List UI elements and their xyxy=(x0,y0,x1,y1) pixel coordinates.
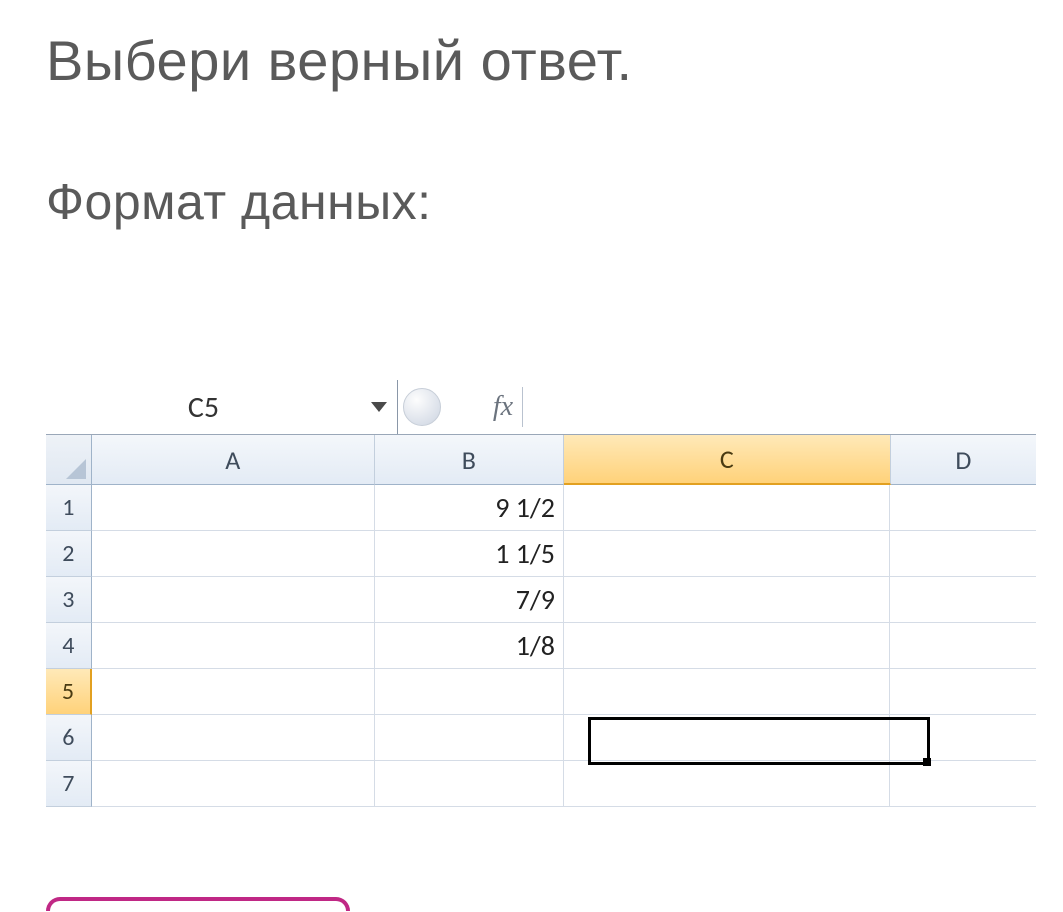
cell-A2[interactable] xyxy=(92,531,375,577)
cell-B3[interactable]: 7/9 xyxy=(375,577,564,623)
insert-function-button[interactable]: fx xyxy=(398,380,518,434)
row-header-6[interactable]: 6 xyxy=(46,715,92,761)
cell-D6[interactable] xyxy=(890,715,1036,761)
question-subtitle: Формат данных: xyxy=(46,173,1063,231)
row-header-7[interactable]: 7 xyxy=(46,761,92,807)
cell-D1[interactable] xyxy=(890,485,1036,531)
cell-A1[interactable] xyxy=(92,485,375,531)
cell-D2[interactable] xyxy=(890,531,1036,577)
cell-B2[interactable]: 1 1/5 xyxy=(375,531,564,577)
cell-C3[interactable] xyxy=(564,577,891,623)
cell-B5[interactable] xyxy=(375,669,564,715)
row-header-5[interactable]: 5 xyxy=(46,669,92,715)
row-header-1[interactable]: 1 xyxy=(46,485,92,531)
column-header-A[interactable]: A xyxy=(92,435,375,485)
name-box-value: C5 xyxy=(46,389,361,426)
row-header-4[interactable]: 4 xyxy=(46,623,92,669)
cell-A4[interactable] xyxy=(92,623,375,669)
cell-D5[interactable] xyxy=(890,669,1036,715)
cell-A5[interactable] xyxy=(92,669,375,715)
question-title: Выбери верный ответ. xyxy=(46,28,1063,93)
name-box-dropdown-icon[interactable] xyxy=(361,380,397,434)
cell-A6[interactable] xyxy=(92,715,375,761)
excel-screenshot: C5 fx A B C D 1 9 1/2 xyxy=(46,380,1036,807)
column-header-D[interactable]: D xyxy=(891,435,1036,485)
cell-C2[interactable] xyxy=(564,531,891,577)
cell-C6[interactable] xyxy=(564,715,891,761)
cell-C7[interactable] xyxy=(564,761,891,807)
formula-bar: C5 fx xyxy=(46,380,1036,435)
name-box[interactable]: C5 xyxy=(46,380,398,434)
cell-B1[interactable]: 9 1/2 xyxy=(375,485,564,531)
fx-label: fx xyxy=(493,391,513,423)
fx-circle-icon xyxy=(403,388,441,426)
cell-A3[interactable] xyxy=(92,577,375,623)
column-header-C[interactable]: C xyxy=(564,435,891,485)
cell-C5[interactable] xyxy=(564,669,891,715)
spreadsheet-grid[interactable]: A B C D 1 9 1/2 2 1 1/5 3 7/9 xyxy=(46,435,1036,807)
cell-D7[interactable] xyxy=(890,761,1036,807)
formula-input[interactable] xyxy=(523,380,1036,434)
row-header-2[interactable]: 2 xyxy=(46,531,92,577)
cell-D4[interactable] xyxy=(890,623,1036,669)
cell-D3[interactable] xyxy=(890,577,1036,623)
cell-A7[interactable] xyxy=(92,761,375,807)
column-header-B[interactable]: B xyxy=(375,435,564,485)
answer-option-button[interactable] xyxy=(46,897,350,911)
cell-B7[interactable] xyxy=(375,761,564,807)
select-all-corner[interactable] xyxy=(46,435,92,485)
cell-B4[interactable]: 1/8 xyxy=(375,623,564,669)
row-header-3[interactable]: 3 xyxy=(46,577,92,623)
cell-C1[interactable] xyxy=(564,485,891,531)
cell-B6[interactable] xyxy=(375,715,564,761)
cell-C4[interactable] xyxy=(564,623,891,669)
